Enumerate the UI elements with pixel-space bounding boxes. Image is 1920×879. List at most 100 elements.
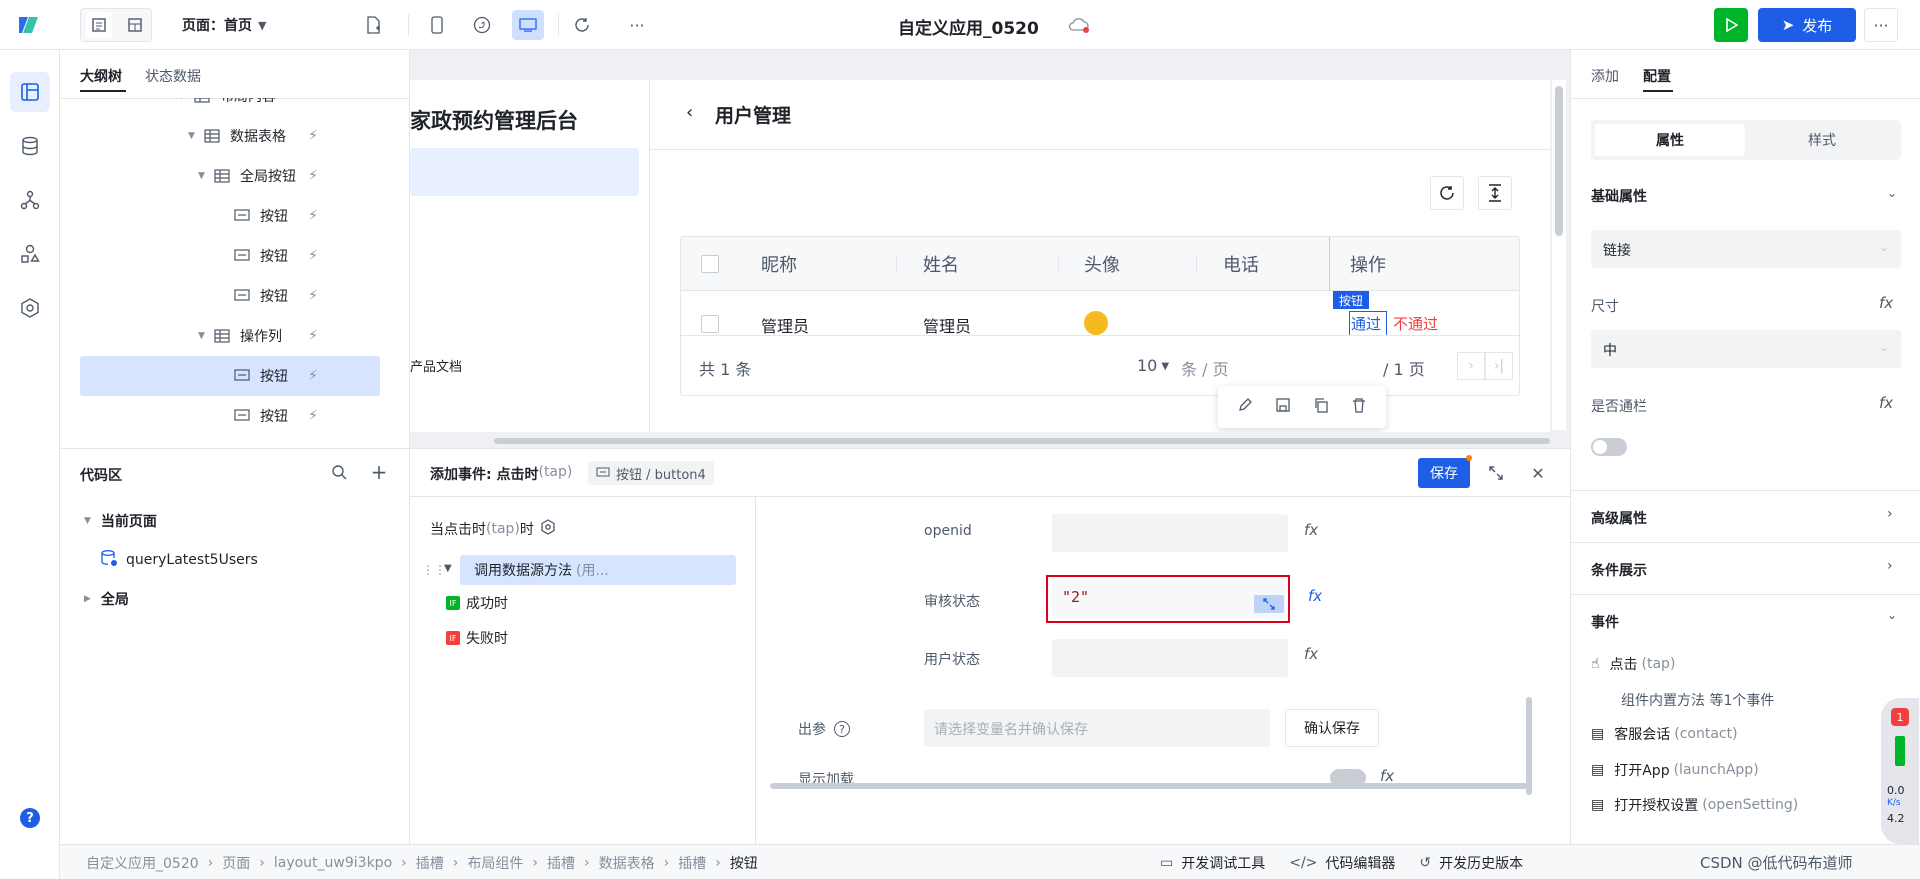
fx-icon-active[interactable]: fx: [1308, 587, 1322, 605]
dev-debug-tool[interactable]: 开发调试工具: [1181, 853, 1265, 873]
back-icon[interactable]: ‹: [686, 102, 693, 123]
select-all-checkbox[interactable]: [701, 255, 719, 273]
query-item[interactable]: queryLatest5Users: [100, 549, 258, 571]
fx-icon[interactable]: fx: [1879, 394, 1893, 412]
outline-view-icon[interactable]: [86, 12, 112, 38]
copy-icon[interactable]: [1313, 397, 1329, 417]
section-condition[interactable]: 条件展示: [1591, 560, 1647, 580]
fx-icon[interactable]: fx: [1304, 521, 1318, 539]
help-circle-icon[interactable]: ?: [834, 721, 850, 737]
subtab-style[interactable]: 样式: [1747, 124, 1897, 156]
subtab-props[interactable]: 属性: [1595, 124, 1745, 156]
breadcrumb-item[interactable]: 布局组件: [467, 853, 523, 873]
breadcrumb-item[interactable]: 页面: [222, 853, 250, 873]
output-variable-input[interactable]: 请选择变量名并确认保存: [924, 709, 1270, 747]
last-page-icon[interactable]: ›|: [1485, 352, 1513, 380]
reject-action[interactable]: 不通过: [1393, 313, 1438, 334]
breadcrumb-item[interactable]: 数据表格: [599, 853, 655, 873]
chevron-right-icon[interactable]: ›: [1887, 506, 1893, 522]
caret-down-icon[interactable]: ▼: [198, 331, 205, 341]
settings-hex-icon[interactable]: [540, 519, 556, 539]
param-hscrollbar[interactable]: [770, 783, 1530, 789]
delete-icon[interactable]: [1351, 397, 1367, 417]
caret-down-icon[interactable]: ▼: [444, 563, 452, 574]
tab-outline[interactable]: 大纲树: [80, 66, 122, 86]
chevron-right-icon[interactable]: ›: [1887, 558, 1893, 574]
edit-icon[interactable]: [1237, 397, 1253, 417]
bolt-icon[interactable]: ⚡: [308, 408, 318, 424]
more-icon[interactable]: ···: [624, 12, 650, 38]
help-icon[interactable]: ?: [20, 808, 40, 828]
action-node[interactable]: 调用数据源方法 (用...: [460, 555, 736, 585]
desktop-preview-icon[interactable]: [512, 10, 544, 40]
size-select[interactable]: 中 ⌄: [1591, 330, 1901, 368]
breadcrumb-item[interactable]: 按钮: [730, 853, 758, 873]
cloud-sync-icon[interactable]: [1068, 15, 1090, 35]
tree-current-page[interactable]: ▼ 当前页面: [84, 511, 157, 531]
close-icon[interactable]: ✕: [1526, 461, 1550, 485]
link-select[interactable]: 链接 ⌄: [1591, 230, 1901, 268]
table-height-icon[interactable]: [1478, 176, 1512, 210]
tree-node[interactable]: ▼ 全局按钮 ⚡: [60, 156, 410, 196]
mobile-preview-icon[interactable]: [424, 12, 450, 38]
page-size-select[interactable]: 10 ▼ 条 / 页: [1137, 356, 1229, 380]
param-input-openid[interactable]: [1052, 514, 1288, 552]
chevron-down-icon[interactable]: ⌄: [1887, 186, 1897, 200]
flow-icon[interactable]: [10, 180, 50, 220]
dev-history[interactable]: 开发历史版本: [1439, 853, 1523, 873]
tab-config[interactable]: 配置: [1643, 66, 1671, 86]
add-icon[interactable]: +: [368, 460, 390, 484]
event-item-contact[interactable]: ▤ 客服会话 (contact): [1591, 724, 1738, 744]
page-selector[interactable]: 页面：首页 ▼: [182, 15, 266, 35]
add-page-icon[interactable]: [360, 12, 386, 38]
section-advanced[interactable]: 高级属性: [1591, 508, 1647, 528]
failure-branch[interactable]: IF 失败时: [446, 628, 508, 648]
section-basic[interactable]: 基础属性: [1591, 186, 1647, 206]
breadcrumb-item[interactable]: 插槽: [416, 853, 444, 873]
event-item-tap[interactable]: ☝ 点击 (tap): [1591, 654, 1675, 674]
tree-global[interactable]: ▶ 全局: [84, 589, 129, 609]
bolt-icon[interactable]: ⚡: [308, 128, 318, 144]
fx-icon[interactable]: fx: [1304, 645, 1318, 663]
run-button[interactable]: [1714, 8, 1748, 42]
tree-node[interactable]: ▼ 布局内容: [60, 98, 410, 116]
database-icon[interactable]: [10, 126, 50, 166]
save-icon[interactable]: [1275, 397, 1291, 417]
horizontal-scrollbar[interactable]: [494, 438, 1550, 444]
confirm-save-button[interactable]: 确认保存: [1285, 709, 1379, 747]
components-icon[interactable]: [10, 234, 50, 274]
outline-nav-icon[interactable]: [10, 72, 50, 112]
param-input-audit-status[interactable]: "2": [1052, 580, 1286, 618]
tree-node[interactable]: 按钮 ⚡: [60, 196, 410, 236]
fx-icon[interactable]: fx: [1879, 294, 1893, 312]
caret-down-icon[interactable]: ▼: [198, 171, 205, 181]
code-editor[interactable]: 代码编辑器: [1325, 853, 1395, 873]
sidebar-active-item[interactable]: [410, 148, 639, 196]
event-item-opensetting[interactable]: ▤ 打开授权设置 (openSetting): [1591, 795, 1798, 815]
tree-node[interactable]: ▼ 操作列 ⚡: [60, 316, 410, 356]
bolt-icon[interactable]: ⚡: [308, 328, 318, 344]
more-menu-icon[interactable]: ···: [1864, 8, 1898, 42]
breadcrumb-item[interactable]: 插槽: [678, 853, 706, 873]
success-branch[interactable]: IF 成功时: [446, 593, 508, 613]
fullwidth-toggle[interactable]: [1591, 438, 1627, 456]
bolt-icon[interactable]: ⚡: [308, 368, 318, 384]
bolt-icon[interactable]: ⚡: [308, 168, 318, 184]
drag-handle-icon[interactable]: ⋮⋮: [422, 563, 446, 577]
next-page-icon[interactable]: ›: [1457, 352, 1485, 380]
tree-node[interactable]: 按钮 ⚡: [60, 236, 410, 276]
miniprogram-preview-icon[interactable]: [469, 12, 495, 38]
tab-state-data[interactable]: 状态数据: [145, 66, 201, 86]
breadcrumb-item[interactable]: 自定义应用_0520: [86, 853, 199, 873]
tree-node[interactable]: ▼ 数据表格 ⚡: [60, 116, 410, 156]
tree-node[interactable]: 按钮 ⚡: [60, 396, 410, 436]
table-refresh-icon[interactable]: [1430, 176, 1464, 210]
tab-add[interactable]: 添加: [1591, 66, 1619, 86]
event-save-button[interactable]: 保存: [1418, 458, 1470, 488]
chevron-down-icon[interactable]: ⌄: [1887, 608, 1897, 622]
layout-view-icon[interactable]: [122, 12, 148, 38]
row-checkbox[interactable]: [701, 315, 719, 333]
vertical-scrollbar[interactable]: [1552, 80, 1566, 430]
approve-action[interactable]: 通过: [1351, 313, 1381, 334]
tree-node[interactable]: 按钮 ⚡: [60, 356, 410, 396]
